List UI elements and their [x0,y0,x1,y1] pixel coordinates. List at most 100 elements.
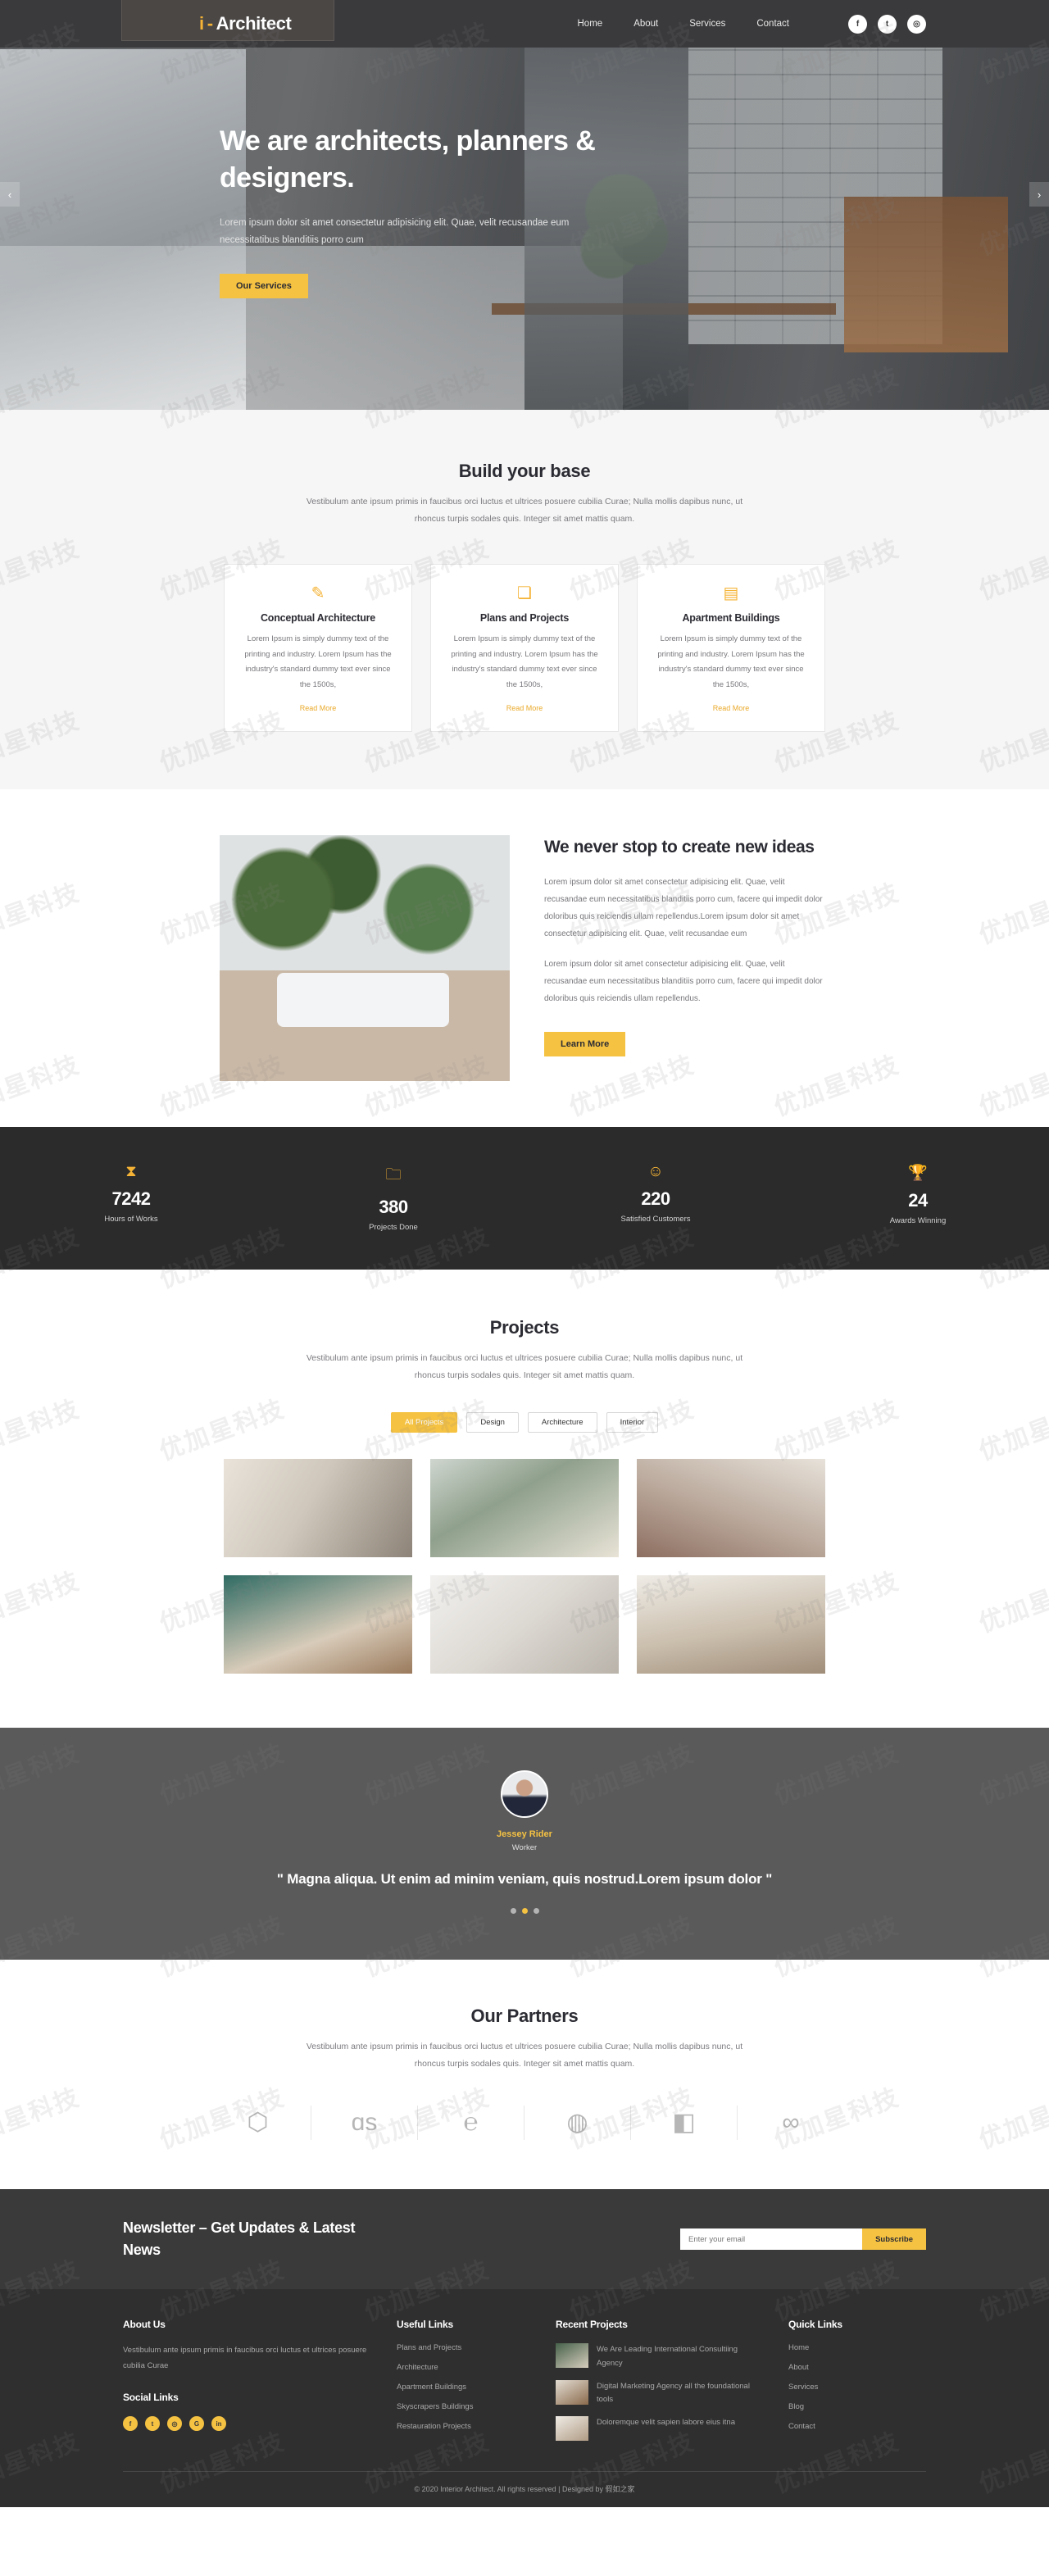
service-card-title: Apartment Buildings [682,612,780,624]
counter-item: 🏆 24 Awards Winning [787,1163,1049,1232]
linkedin-icon[interactable]: in [211,2416,226,2432]
counter-label: Satisfied Customers [620,1215,691,1224]
carousel-prev-button[interactable]: ‹ [0,182,20,207]
recent-project-item[interactable]: We Are Leading International Consultiing… [556,2343,761,2370]
footer-link-contact[interactable]: Contact [788,2422,895,2431]
filter-architecture[interactable]: Architecture [527,1412,597,1433]
recent-project-item[interactable]: Digital Marketing Agency all the foundat… [556,2379,761,2407]
filter-all-projects[interactable]: All Projects [390,1412,458,1433]
service-card[interactable]: ▤ Apartment Buildings Lorem Ipsum is sim… [637,564,825,733]
brand-mark-icon: i [199,13,204,34]
counter-number: 220 [641,1188,670,1210]
filter-interior[interactable]: Interior [606,1412,659,1433]
c-logo-icon[interactable]: ℮ [418,2106,524,2141]
hero-paragraph: Lorem ipsum dolor sit amet consectetur a… [220,217,570,246]
read-more-link[interactable]: Read More [506,704,543,712]
project-dining[interactable] [430,1575,619,1674]
our-services-button[interactable]: Our Services [220,274,308,299]
google-plus-icon[interactable]: G [189,2416,204,2432]
carousel-next-button[interactable]: › [1029,182,1049,207]
hourglass-icon: ⧗ [125,1163,137,1181]
ideas-paragraph-2: Lorem ipsum dolor sit amet consectetur a… [544,959,823,1003]
projects-subtitle: Vestibulum ante ipsum primis in faucibus… [306,1353,743,1381]
footer-recent-title: Recent Projects [556,2319,628,2331]
footer-link-plans-and-projects[interactable]: Plans and Projects [397,2343,528,2352]
main-nav: Home About Services Contact [578,19,790,29]
nav-item-services[interactable]: Services [689,19,725,29]
square-logo-icon[interactable]: ◧ [631,2106,738,2141]
learn-more-button[interactable]: Learn More [544,1031,626,1056]
brand-dash: - [207,13,213,34]
recent-project-thumbnail [556,2343,588,2369]
recent-project-thumbnail [556,2379,588,2405]
testimonial-name: Jessey Rider [497,1829,552,1840]
project-bathroom[interactable] [224,1575,412,1674]
testimonial-role: Worker [511,1843,538,1853]
ideas-paragraph-1: Lorem ipsum dolor sit amet consectetur a… [544,877,823,938]
read-more-link[interactable]: Read More [300,704,337,712]
project-living-room[interactable] [430,1459,619,1558]
project-kitchen[interactable] [224,1459,412,1558]
instagram-icon[interactable]: ◎ [907,14,926,34]
hero-table [492,303,836,315]
testimonial-quote: " Magna aliqua. Ut enim ad minim veniam,… [276,1871,773,1888]
twitter-icon[interactable]: t [145,2416,160,2432]
nav-item-about[interactable]: About [633,19,658,29]
counter-number: 380 [379,1197,408,1218]
newsletter-email-input[interactable] [680,2228,863,2251]
carousel-dot[interactable] [510,1908,516,1915]
footer-link-restauration-projects[interactable]: Restauration Projects [397,2422,528,2431]
instagram-icon[interactable]: ◎ [167,2416,182,2432]
twitter-icon[interactable]: t [878,14,897,34]
blueprint-icon: ❏ [517,584,532,602]
footer-link-home[interactable]: Home [788,2343,895,2352]
carousel-dot[interactable] [533,1908,539,1915]
service-card-text: Lorem Ipsum is simply dummy text of the … [657,634,805,689]
filter-design[interactable]: Design [466,1412,519,1433]
footer-recent-projects-column: Recent Projects We Are Leading Internati… [556,2319,761,2450]
top-navigation-bar: i- Architect Home About Services Contact… [0,0,1049,48]
footer: About Us Vestibulum ante ipsum primis in… [0,2289,1049,2507]
counter-item: ⧗ 7242 Hours of Works [0,1163,262,1232]
ideas-text: We never stop to create new ideas Lorem … [544,835,829,1056]
footer-social-title: Social Links [123,2392,179,2404]
footer-about-column: About Us Vestibulum ante ipsum primis in… [123,2319,369,2450]
subscribe-button[interactable]: Subscribe [862,2228,926,2251]
partners-section: Our Partners Vestibulum ante ipsum primi… [0,1960,1049,2190]
footer-useful-links: Plans and Projects Architecture Apartmen… [397,2343,528,2431]
footer-link-apartment-buildings[interactable]: Apartment Buildings [397,2383,528,2392]
nav-item-contact[interactable]: Contact [756,19,789,29]
chain-logo-icon[interactable]: ∞ [738,2106,844,2140]
footer-link-services[interactable]: Services [788,2383,895,2392]
cube-logo-icon[interactable]: ⬡ [205,2106,311,2141]
brand-logo[interactable]: i- Architect [199,13,292,34]
project-kitchen-island[interactable] [637,1575,825,1674]
footer-link-blog[interactable]: Blog [788,2402,895,2411]
recent-project-item[interactable]: Doloremque velit sapien labore eius itna [556,2415,761,2441]
recent-project-thumbnail [556,2415,588,2441]
footer-link-architecture[interactable]: Architecture [397,2363,528,2372]
service-card[interactable]: ✎ Conceptual Architecture Lorem Ipsum is… [224,564,412,733]
projects-section: Projects Vestibulum ante ipsum primis in… [0,1270,1049,1729]
footer-social-links: f t ◎ G in [123,2416,369,2432]
drupal-logo-icon[interactable]: ◍ [524,2106,631,2141]
building-icon: ▤ [723,584,739,602]
counter-number: 7242 [111,1188,151,1210]
facebook-icon[interactable]: f [123,2416,138,2432]
newsletter-section: Newsletter – Get Updates & Latest News S… [0,2189,1049,2290]
facebook-icon[interactable]: f [848,14,867,34]
lastfm-logo-icon[interactable]: ɑs [311,2106,418,2141]
carousel-dot-active[interactable] [521,1908,528,1915]
new-ideas-section: We never stop to create new ideas Lorem … [0,789,1049,1127]
partners-title: Our Partners [470,2006,579,2027]
brand-name: Architect [216,13,292,34]
header-social-links: f t ◎ [848,14,926,34]
service-card[interactable]: ❏ Plans and Projects Lorem Ipsum is simp… [430,564,619,733]
nav-item-home[interactable]: Home [578,19,603,29]
footer-columns: About Us Vestibulum ante ipsum primis in… [123,2319,926,2450]
newsletter-title: Newsletter – Get Updates & Latest News [123,2219,356,2259]
footer-link-skyscrapers-buildings[interactable]: Skyscrapers Buildings [397,2402,528,2411]
footer-link-about[interactable]: About [788,2363,895,2372]
project-lounge[interactable] [637,1459,825,1558]
read-more-link[interactable]: Read More [713,704,750,712]
